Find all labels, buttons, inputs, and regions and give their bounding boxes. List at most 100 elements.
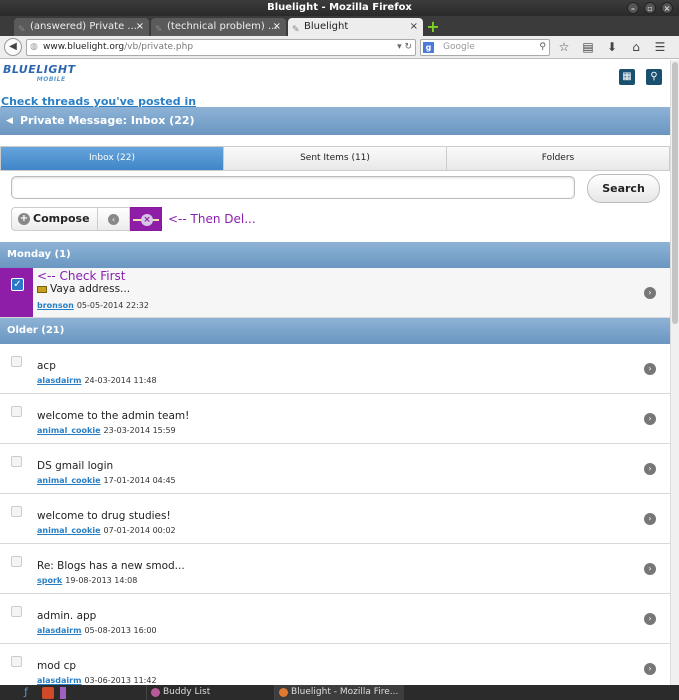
message-checkbox[interactable] (11, 406, 22, 417)
start-menu-icon[interactable]: ƒ (16, 685, 36, 700)
url-bar[interactable]: ◍ www.bluelight.org/vb/private.php ▾ ↻ (26, 38, 416, 56)
menu-icon[interactable]: ☰ (650, 40, 670, 54)
message-checkbox[interactable] (11, 656, 22, 667)
message-author-link[interactable]: alasdairm (37, 676, 81, 685)
message-author-link[interactable]: alasdairm (37, 376, 81, 385)
compose-button[interactable]: + Compose (11, 207, 98, 231)
message-row[interactable]: mod cp alasdairm 03-06-2013 11:42 › (0, 644, 670, 685)
message-search-row: Search (11, 174, 661, 204)
chevron-right-icon[interactable]: › (644, 363, 656, 375)
chevron-right-icon[interactable]: › (644, 287, 656, 299)
grid-menu-icon[interactable]: ▦ (619, 69, 635, 85)
chevron-right-icon[interactable]: › (644, 513, 656, 525)
app-launcher-icon[interactable] (42, 686, 54, 699)
check-annotation: <-- Check First (37, 269, 126, 283)
window-controls: – ▫ × (627, 2, 673, 14)
message-author-link[interactable]: animal_cookie (37, 426, 101, 435)
search-icon[interactable]: ⚲ (646, 69, 662, 85)
site-logo[interactable]: BLUELIGHT MOBILE (3, 64, 76, 85)
message-date: 05-08-2013 16:00 (84, 626, 157, 635)
tab-label: Bluelight (304, 21, 349, 32)
minimize-button[interactable]: – (627, 2, 639, 14)
message-date: 24-03-2014 11:48 (84, 376, 157, 385)
page-title: Private Message: Inbox (22) (20, 114, 195, 127)
message-row[interactable]: welcome to the admin team! animal_cookie 2… (0, 394, 670, 444)
message-subject[interactable]: mod cp (37, 660, 76, 672)
message-author-link[interactable]: alasdairm (37, 626, 81, 635)
message-checkbox[interactable] (11, 506, 22, 517)
message-row[interactable]: DS gmail login animal_cookie 17-01-2014 04… (0, 444, 670, 494)
maximize-button[interactable]: ▫ (644, 2, 656, 14)
search-bar[interactable]: g Google ⚲ (420, 38, 550, 56)
message-date: 23-03-2014 15:59 (103, 426, 176, 435)
close-tab-icon[interactable]: × (273, 18, 281, 36)
browser-tab[interactable]: ✎ (technical problem) ... × (151, 18, 286, 36)
message-meta: bronson 05-05-2014 22:32 (37, 301, 149, 310)
chevron-right-icon[interactable]: › (644, 563, 656, 575)
message-search-input[interactable] (11, 176, 575, 199)
close-tab-icon[interactable]: × (136, 18, 144, 36)
message-meta: animal_cookie 23-03-2014 15:59 (37, 426, 176, 435)
chevron-right-icon[interactable]: › (644, 413, 656, 425)
browser-tab[interactable]: ✎ (answered) Private ... × (14, 18, 149, 36)
message-checkbox[interactable] (11, 456, 22, 467)
tab-folders[interactable]: Folders (447, 147, 669, 170)
taskbar-item-firefox[interactable]: Bluelight - Mozilla Fire... (274, 685, 404, 700)
message-subject[interactable]: acp (37, 360, 56, 372)
home-icon[interactable]: ⌂ (626, 40, 646, 54)
message-author-link[interactable]: bronson (37, 301, 74, 310)
close-tab-icon[interactable]: × (410, 18, 418, 36)
close-window-button[interactable]: × (661, 2, 673, 14)
window-title: Bluelight - Mozilla Firefox (267, 2, 412, 13)
site-header: BLUELIGHT MOBILE ▦ ⚲ (0, 60, 679, 96)
chevron-right-icon[interactable]: › (644, 463, 656, 475)
message-checkbox-checked[interactable]: ✓ (11, 278, 24, 291)
message-subject[interactable]: Re: Blogs has a new smod... (37, 560, 185, 572)
new-tab-icon[interactable]: + (425, 18, 441, 36)
browser-tab-active[interactable]: ✎ Bluelight × (288, 18, 423, 36)
back-arrow-icon[interactable]: ◀ (6, 107, 13, 135)
page-scrollbar[interactable] (670, 60, 679, 685)
navigation-toolbar: ◀ ◍ www.bluelight.org/vb/private.php ▾ ↻… (0, 36, 679, 59)
message-author-link[interactable]: animal_cookie (37, 476, 101, 485)
app-launcher-icon[interactable] (60, 686, 66, 699)
taskbar-item-buddy-list[interactable]: Buddy List (146, 685, 274, 700)
globe-icon: ◍ (30, 41, 38, 52)
delete-button[interactable]: × (130, 207, 162, 231)
message-checkbox[interactable] (11, 556, 22, 567)
chevron-right-icon[interactable]: › (644, 663, 656, 675)
tab-inbox[interactable]: Inbox (22) (1, 147, 224, 170)
scrollbar-thumb[interactable] (672, 62, 678, 324)
bookmarks-list-icon[interactable]: ▤ (578, 40, 598, 54)
url-host: www.bluelight.org (43, 41, 125, 52)
message-subject[interactable]: DS gmail login (37, 460, 113, 472)
message-subject[interactable]: welcome to the admin team! (37, 410, 189, 422)
page-title-bar: ◀ Private Message: Inbox (22) (0, 107, 670, 135)
message-meta: animal_cookie 07-01-2014 00:02 (37, 526, 176, 535)
reload-icon[interactable]: ▾ ↻ (397, 40, 412, 55)
message-row[interactable]: Re: Blogs has a new smod... spork 19-08-20… (0, 544, 670, 594)
message-subject[interactable]: Vaya address... (37, 283, 130, 295)
magnifier-icon[interactable]: ⚲ (539, 40, 546, 55)
chevron-right-icon[interactable]: › (644, 613, 656, 625)
bookmark-star-icon[interactable]: ☆ (554, 40, 574, 54)
chevron-left-icon: ‹ (108, 214, 119, 225)
options-button[interactable]: ‹ (98, 207, 130, 231)
search-button[interactable]: Search (587, 174, 660, 203)
message-row[interactable]: acp alasdairm 24-03-2014 11:48 › (0, 344, 670, 394)
tab-label: (answered) Private ... (30, 21, 137, 32)
message-checkbox[interactable] (11, 606, 22, 617)
message-author-link[interactable]: spork (37, 576, 62, 585)
download-icon[interactable]: ⬇ (602, 40, 622, 54)
message-row[interactable]: welcome to drug studies! animal_cookie 07-… (0, 494, 670, 544)
message-subject[interactable]: admin. app (37, 610, 96, 622)
message-author-link[interactable]: animal_cookie (37, 526, 101, 535)
message-checkbox[interactable] (11, 356, 22, 367)
message-subject[interactable]: welcome to drug studies! (37, 510, 171, 522)
back-button[interactable]: ◀ (4, 38, 22, 56)
tab-sent-items[interactable]: Sent Items (11) (224, 147, 447, 170)
message-date: 19-08-2013 14:08 (65, 576, 138, 585)
message-row[interactable]: ✓ <-- Check First Vaya address... bronso… (0, 268, 670, 318)
message-row[interactable]: admin. app alasdairm 05-08-2013 16:00 › (0, 594, 670, 644)
message-date: 07-01-2014 00:02 (103, 526, 176, 535)
